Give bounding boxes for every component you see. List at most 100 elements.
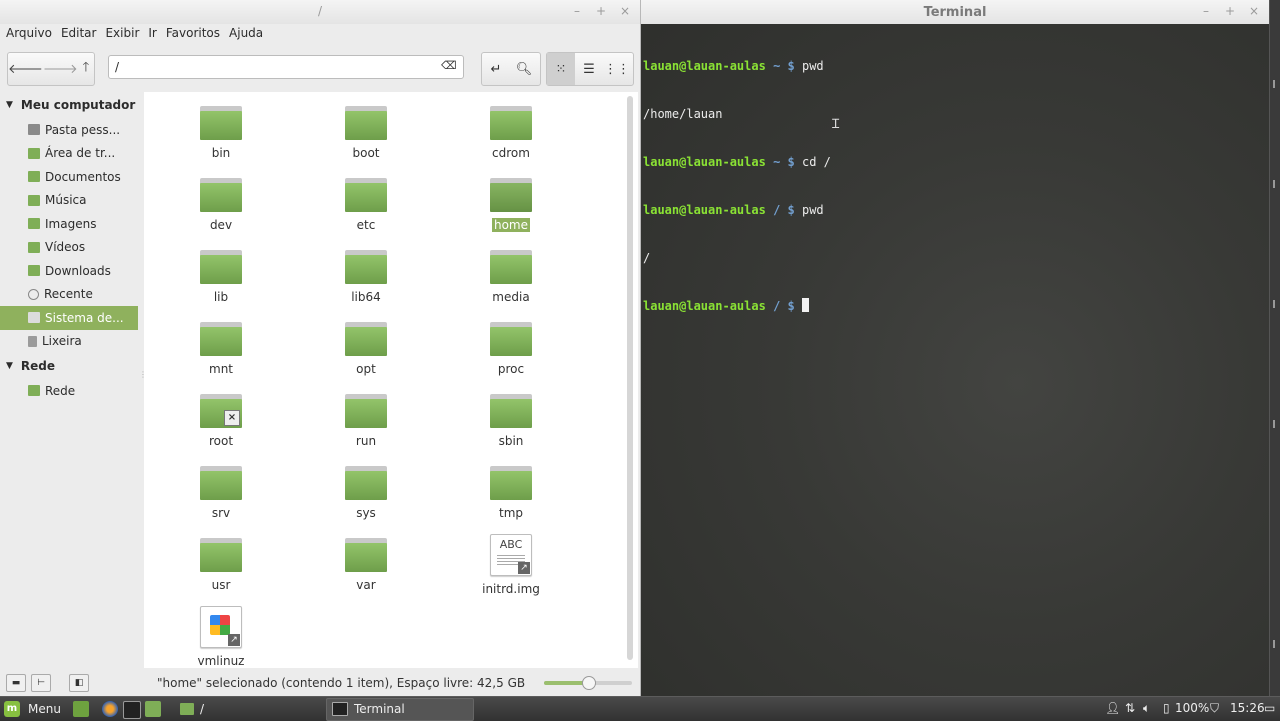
list-view-button[interactable]: ☰ [575, 53, 603, 85]
sidebar-item-home[interactable]: Pasta pess... [0, 118, 138, 142]
task-terminal[interactable]: Terminal [332, 699, 405, 719]
menu-editar[interactable]: Editar [61, 26, 97, 46]
menu-ajuda[interactable]: Ajuda [229, 26, 263, 46]
battery-icon[interactable]: ▯ [1163, 701, 1170, 715]
file-manager-titlebar[interactable]: / – + × [0, 0, 640, 24]
file-item-sbin[interactable]: sbin [466, 394, 556, 448]
file-name: lib64 [351, 290, 381, 304]
sidebar-item-music[interactable]: Música [0, 189, 138, 213]
statusbar: ▬ ⊢ ◧ "home" selecionado (contendo 1 ite… [0, 670, 640, 696]
clock[interactable]: 15:26 [1230, 701, 1265, 715]
file-item-bin[interactable]: bin [176, 106, 266, 160]
sidebar-item-label: Música [45, 193, 87, 208]
minimize-button[interactable]: – [570, 4, 584, 18]
sidebar-item-desktop[interactable]: Área de tr... [0, 142, 138, 166]
mint-logo-icon: m [4, 701, 20, 717]
sidebar-item-trash[interactable]: Lixeira [0, 330, 138, 354]
sidebar-item-pictures[interactable]: Imagens [0, 212, 138, 236]
back-button[interactable]: 🡐 [8, 53, 43, 85]
sidebar-item-label: Downloads [45, 263, 111, 278]
zoom-slider-handle[interactable] [582, 676, 596, 690]
firefox-icon[interactable] [102, 701, 118, 717]
file-item-etc[interactable]: etc [321, 178, 411, 232]
file-item-lib64[interactable]: lib64 [321, 250, 411, 304]
file-item-home[interactable]: home [466, 178, 556, 232]
sidebar-item-videos[interactable]: Vídeos [0, 236, 138, 260]
user-icon[interactable]: 👤︎ [1105, 701, 1120, 715]
file-item-mnt[interactable]: mnt [176, 322, 266, 376]
recent-icon [28, 288, 39, 300]
location-bar[interactable]: / ⌫ [108, 55, 464, 79]
file-name: sys [356, 506, 376, 520]
up-button[interactable]: 🡑 [78, 53, 94, 85]
folder-icon [345, 466, 387, 500]
update-shield-icon[interactable]: ⛉ [1210, 701, 1219, 716]
sidebar-section-network[interactable]: ▼ Rede [0, 353, 138, 379]
sidebar-item-documents[interactable]: Documentos [0, 165, 138, 189]
vertical-scrollbar[interactable] [627, 96, 633, 660]
file-item-run[interactable]: run [321, 394, 411, 448]
close-button[interactable]: × [1247, 4, 1261, 18]
sidebar-item-downloads[interactable]: Downloads [0, 259, 138, 283]
menubar: Arquivo Editar Exibir Ir Favoritos Ajuda [0, 26, 640, 46]
menu-ir[interactable]: Ir [148, 26, 156, 46]
folder-icon [180, 703, 194, 715]
forward-button[interactable]: 🡒 [43, 53, 78, 85]
file-name: opt [356, 362, 376, 376]
task-file-manager[interactable]: / [180, 699, 204, 719]
file-item-cdrom[interactable]: cdrom [466, 106, 556, 160]
filesystem-icon [28, 312, 40, 324]
file-item-proc[interactable]: proc [466, 322, 556, 376]
toggle-location-button[interactable]: ↵ [482, 53, 510, 85]
documents-folder-icon [28, 171, 40, 183]
minimize-button[interactable]: – [1199, 4, 1213, 18]
maximize-button[interactable]: + [1223, 4, 1237, 18]
network-tray-icon[interactable]: ⇅ [1125, 701, 1135, 715]
pictures-folder-icon [28, 218, 40, 230]
file-item-tmp[interactable]: tmp [466, 466, 556, 520]
file-name: media [492, 290, 530, 304]
file-item-sys[interactable]: sys [321, 466, 411, 520]
battery-level: 100% [1175, 701, 1210, 715]
terminal-titlebar[interactable]: Terminal – + × [641, 0, 1269, 24]
zoom-slider[interactable] [544, 676, 632, 690]
start-menu-button[interactable]: m Menu [4, 699, 61, 719]
maximize-button[interactable]: + [594, 4, 608, 18]
file-item-vmlinuz[interactable]: ↗ vmlinuz [176, 606, 266, 668]
file-item-root[interactable]: × root [176, 394, 266, 448]
file-item-usr[interactable]: usr [176, 538, 266, 592]
sidebar-item-recent[interactable]: Recente [0, 283, 138, 307]
sidebar-section-computer[interactable]: ▼ Meu computador [0, 92, 138, 118]
close-button[interactable]: × [618, 4, 632, 18]
sidebar-item-filesystem[interactable]: Sistema de... [0, 306, 138, 330]
display-icon[interactable]: ▭ [1264, 701, 1275, 715]
file-item-opt[interactable]: opt [321, 322, 411, 376]
icon-view-button[interactable]: ⁙ [547, 53, 575, 85]
show-places-button[interactable]: ▬ [6, 674, 26, 692]
file-item-var[interactable]: var [321, 538, 411, 592]
sidebar-item-network[interactable]: Rede [0, 379, 138, 403]
file-icon-view[interactable]: bin boot cdrom dev etc home lib lib64 me… [144, 92, 638, 668]
menu-arquivo[interactable]: Arquivo [6, 26, 52, 46]
file-item-lib[interactable]: lib [176, 250, 266, 304]
compact-view-button[interactable]: ⋮⋮ [603, 53, 631, 85]
file-item-media[interactable]: media [466, 250, 556, 304]
volume-icon[interactable]: 🔈︎ [1143, 701, 1150, 716]
sidebar-resize-handle[interactable]: ⋮ [139, 370, 147, 390]
terminal-output[interactable]: lauan@lauan-aulas ~ $ pwd /home/lauan la… [643, 26, 831, 346]
videos-folder-icon [28, 241, 40, 253]
menu-exibir[interactable]: Exibir [105, 26, 139, 46]
hide-sidebar-button[interactable]: ◧ [69, 674, 89, 692]
show-tree-button[interactable]: ⊢ [31, 674, 51, 692]
folder-icon [200, 538, 242, 572]
terminal-launcher-icon[interactable] [123, 701, 141, 719]
show-desktop-icon[interactable] [73, 701, 89, 717]
file-item-srv[interactable]: srv [176, 466, 266, 520]
file-item-boot[interactable]: boot [321, 106, 411, 160]
file-item-dev[interactable]: dev [176, 178, 266, 232]
clear-location-icon[interactable]: ⌫ [441, 59, 457, 72]
menu-favoritos[interactable]: Favoritos [166, 26, 220, 46]
file-item-initrd[interactable]: ABC ↗ initrd.img [466, 534, 556, 596]
files-launcher-icon[interactable] [145, 701, 161, 717]
search-button[interactable]: 🔍︎ [510, 53, 538, 85]
